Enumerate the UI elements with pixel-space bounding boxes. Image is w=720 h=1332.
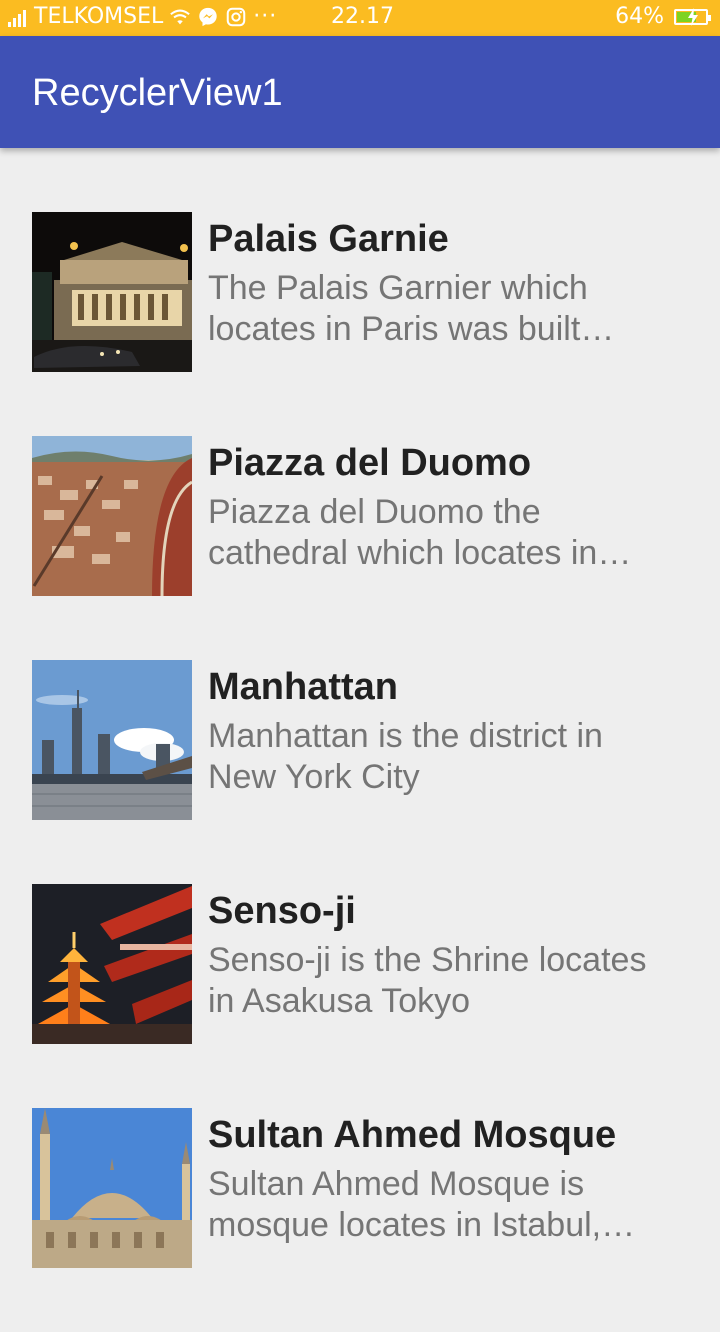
senso-ji-thumbnail (32, 884, 192, 1044)
messenger-icon (199, 7, 217, 26)
wifi-icon (170, 9, 191, 24)
manhattan-thumbnail (32, 660, 192, 820)
item-description: The Palais Garnier which locates in Pari… (208, 269, 615, 348)
clock: 22.17 (331, 4, 394, 29)
item-description: Piazza del Duomo the cathedral which loc… (208, 493, 632, 572)
more-icon: ··· (253, 4, 278, 29)
item-title: Palais Garnie (208, 218, 449, 260)
list-item[interactable]: Palais Garnie The Palais Garnier which l… (0, 212, 720, 436)
list-item[interactable]: Piazza del Duomo Piazza del Duomo the ca… (0, 436, 720, 660)
app-bar: RecyclerView1 (0, 36, 720, 148)
app-title: RecyclerView1 (32, 72, 283, 114)
palais-garnier-thumbnail (32, 212, 192, 372)
item-description: Sultan Ahmed Mosque is mosque locates in… (208, 1165, 636, 1244)
carrier-name: TELKOMSEL (34, 4, 164, 29)
instagram-icon (226, 7, 246, 26)
item-title: Piazza del Duomo (208, 442, 532, 484)
item-title: Senso-ji (208, 890, 356, 932)
list-item[interactable]: Sultan Ahmed Mosque Sultan Ahmed Mosque … (0, 1108, 720, 1332)
battery-charging-icon (674, 7, 711, 26)
status-left: TELKOMSEL ··· (8, 4, 277, 29)
item-description: Manhattan is the district in New York Ci… (208, 717, 603, 796)
item-title: Manhattan (208, 666, 398, 708)
piazza-del-duomo-thumbnail (32, 436, 192, 596)
item-description: Senso-ji is the Shrine locates in Asakus… (208, 941, 647, 1020)
item-title: Sultan Ahmed Mosque (208, 1114, 617, 1156)
battery-percent: 64% (615, 4, 664, 29)
status-right: 64% (615, 4, 711, 29)
status-bar: TELKOMSEL ··· 22.17 64% (0, 0, 720, 36)
list-item[interactable]: Manhattan Manhattan is the district in N… (0, 660, 720, 884)
sultan-ahmed-mosque-thumbnail (32, 1108, 192, 1268)
signal-icon (8, 7, 26, 27)
list-item[interactable]: Senso-ji Senso-ji is the Shrine locates … (0, 884, 720, 1108)
